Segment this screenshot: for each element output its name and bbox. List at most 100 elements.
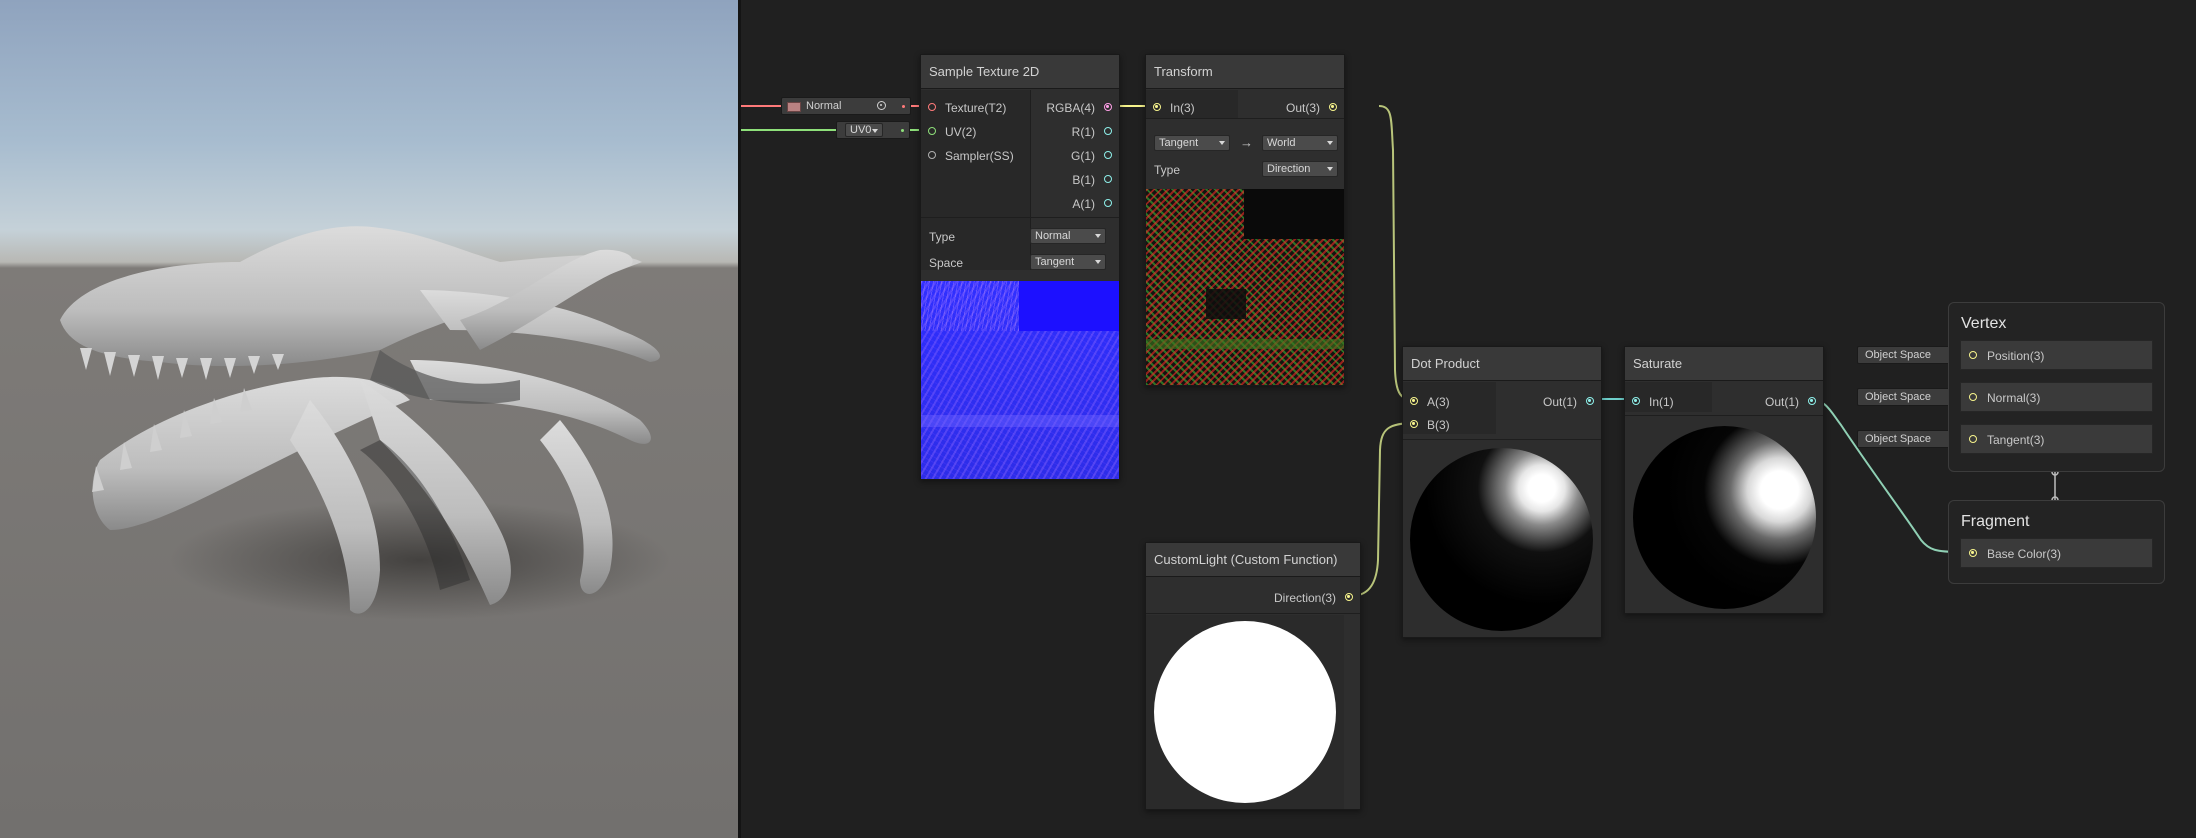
scene-viewport[interactable] [0, 0, 738, 838]
uv-inline-input[interactable]: UV0 [836, 121, 910, 139]
world-normal-strip [1146, 339, 1344, 349]
base-color-input-port[interactable] [1969, 549, 1977, 557]
chevron-down-icon [1095, 234, 1101, 238]
position-space-pill[interactable]: Object Space [1857, 346, 1971, 364]
texture-input-port[interactable] [928, 103, 936, 111]
vertex-stack-title: Vertex [1961, 315, 2007, 332]
direction-output-label: Direction(3) [1273, 591, 1336, 605]
position-block[interactable]: Position(3) [1960, 340, 2153, 370]
dot-product-preview [1403, 440, 1601, 637]
b-output-port[interactable] [1104, 175, 1112, 183]
g-output-label: G(1) [1071, 149, 1095, 163]
space-dropdown[interactable]: Tangent [1030, 254, 1106, 270]
uv-input-port[interactable] [928, 127, 936, 135]
to-space-dropdown[interactable]: World [1262, 135, 1338, 151]
sample-texture-2d-node[interactable]: Sample Texture 2D Texture(T2) UV(2) Samp… [920, 54, 1120, 480]
custom-light-preview [1146, 615, 1344, 809]
custom-light-node[interactable]: CustomLight (Custom Function) Direction(… [1145, 542, 1361, 810]
type-dropdown[interactable]: Normal [1030, 228, 1106, 244]
out-output-label: Out(3) [1285, 101, 1320, 115]
uv-channel-value: UV0 [850, 124, 872, 136]
type-value: Direction [1267, 163, 1311, 175]
tangent-block[interactable]: Tangent(3) [1960, 424, 2153, 454]
normal-map-flat-region [921, 281, 1019, 331]
normal-input-port[interactable] [1969, 393, 1977, 401]
tangent-input-port[interactable] [1969, 435, 1977, 443]
r-output-port[interactable] [1104, 127, 1112, 135]
chevron-down-icon [872, 129, 878, 133]
node-title: Dot Product [1403, 347, 1601, 381]
node-title: Transform [1146, 55, 1344, 89]
chevron-down-icon [1327, 141, 1333, 145]
type-dropdown[interactable]: Direction [1262, 161, 1338, 177]
node-title: Saturate [1625, 347, 1823, 381]
r-output-label: R(1) [1071, 125, 1095, 139]
in-input-port[interactable] [1153, 103, 1161, 111]
space-pill-label: Object Space [1865, 433, 1932, 445]
lit-sphere [1410, 448, 1593, 631]
normal-space-pill[interactable]: Object Space [1857, 388, 1971, 406]
world-normal-dark-region [1206, 289, 1246, 319]
node-divider [1146, 118, 1344, 119]
out-output-port[interactable] [1586, 397, 1594, 405]
a-input-port[interactable] [1410, 397, 1418, 405]
shader-graph-canvas[interactable]: Normal UV0 Sample Texture 2D Texture(T2)… [741, 0, 2196, 838]
space-pill-label: Object Space [1865, 349, 1932, 361]
texture-inline-label: Normal [806, 100, 842, 112]
g-output-port[interactable] [1104, 151, 1112, 159]
type-label: Type [929, 230, 956, 244]
saturate-preview [1625, 416, 1823, 613]
sampler-input-label: Sampler(SS) [945, 149, 1014, 163]
world-normal-dark-region [1244, 189, 1344, 239]
uv-channel-dropdown[interactable]: UV0 [845, 123, 883, 137]
chevron-down-icon [1327, 167, 1333, 171]
b-input-port[interactable] [1410, 420, 1418, 428]
sampler-input-port[interactable] [928, 151, 936, 159]
space-pill-label: Object Space [1865, 391, 1932, 403]
texture-inline-connector [902, 105, 905, 108]
position-input-port[interactable] [1969, 351, 1977, 359]
saturate-node[interactable]: Saturate In(1) Out(1) [1624, 346, 1824, 614]
from-space-dropdown[interactable]: Tangent [1154, 135, 1230, 151]
space-label: Space [929, 256, 964, 270]
in-input-label: In(1) [1649, 395, 1674, 409]
position-block-label: Position(3) [1987, 349, 2045, 363]
vertex-stack[interactable]: Vertex Position(3) Normal(3) Tangent(3) [1948, 302, 2165, 472]
type-label: Type [1154, 163, 1181, 177]
out-output-port[interactable] [1329, 103, 1337, 111]
type-value: Normal [1035, 230, 1071, 242]
in-input-port[interactable] [1632, 397, 1640, 405]
normal-block-label: Normal(3) [1987, 391, 2041, 405]
base-color-block[interactable]: Base Color(3) [1960, 538, 2153, 568]
uv-input-label: UV(2) [945, 125, 977, 139]
node-title: CustomLight (Custom Function) [1146, 543, 1360, 577]
rgba-output-port[interactable] [1104, 103, 1112, 111]
to-space-value: World [1267, 137, 1296, 149]
saturated-sphere [1633, 426, 1816, 609]
from-space-value: Tangent [1159, 137, 1199, 149]
tangent-space-pill[interactable]: Object Space [1857, 430, 1971, 448]
a-input-label: A(3) [1427, 395, 1450, 409]
skeleton-skull-model [60, 226, 670, 620]
in-input-label: In(3) [1170, 101, 1195, 115]
transform-node[interactable]: Transform In(3) Out(3) Tangent → World T… [1145, 54, 1345, 386]
direction-output-port[interactable] [1345, 593, 1353, 601]
space-value: Tangent [1035, 256, 1075, 268]
texture-swatch [787, 102, 801, 112]
a-output-port[interactable] [1104, 199, 1112, 207]
fragment-stack[interactable]: Fragment Base Color(3) [1948, 500, 2165, 584]
arrow-right-icon: → [1240, 135, 1253, 150]
rgba-output-label: RGBA(4) [1046, 101, 1095, 115]
target-icon[interactable] [877, 101, 886, 110]
world-normal-preview [1146, 189, 1344, 385]
texture-input-label: Texture(T2) [945, 101, 1007, 115]
white-sphere [1154, 621, 1336, 803]
base-color-block-label: Base Color(3) [1987, 547, 2062, 561]
normal-block[interactable]: Normal(3) [1960, 382, 2153, 412]
texture-inline-input[interactable]: Normal [781, 97, 911, 115]
normal-map-flat-region [1019, 281, 1119, 331]
dot-product-node[interactable]: Dot Product A(3) B(3) Out(1) [1402, 346, 1602, 638]
node-divider [1146, 613, 1360, 614]
out-output-port[interactable] [1808, 397, 1816, 405]
fragment-stack-title: Fragment [1961, 513, 2030, 530]
